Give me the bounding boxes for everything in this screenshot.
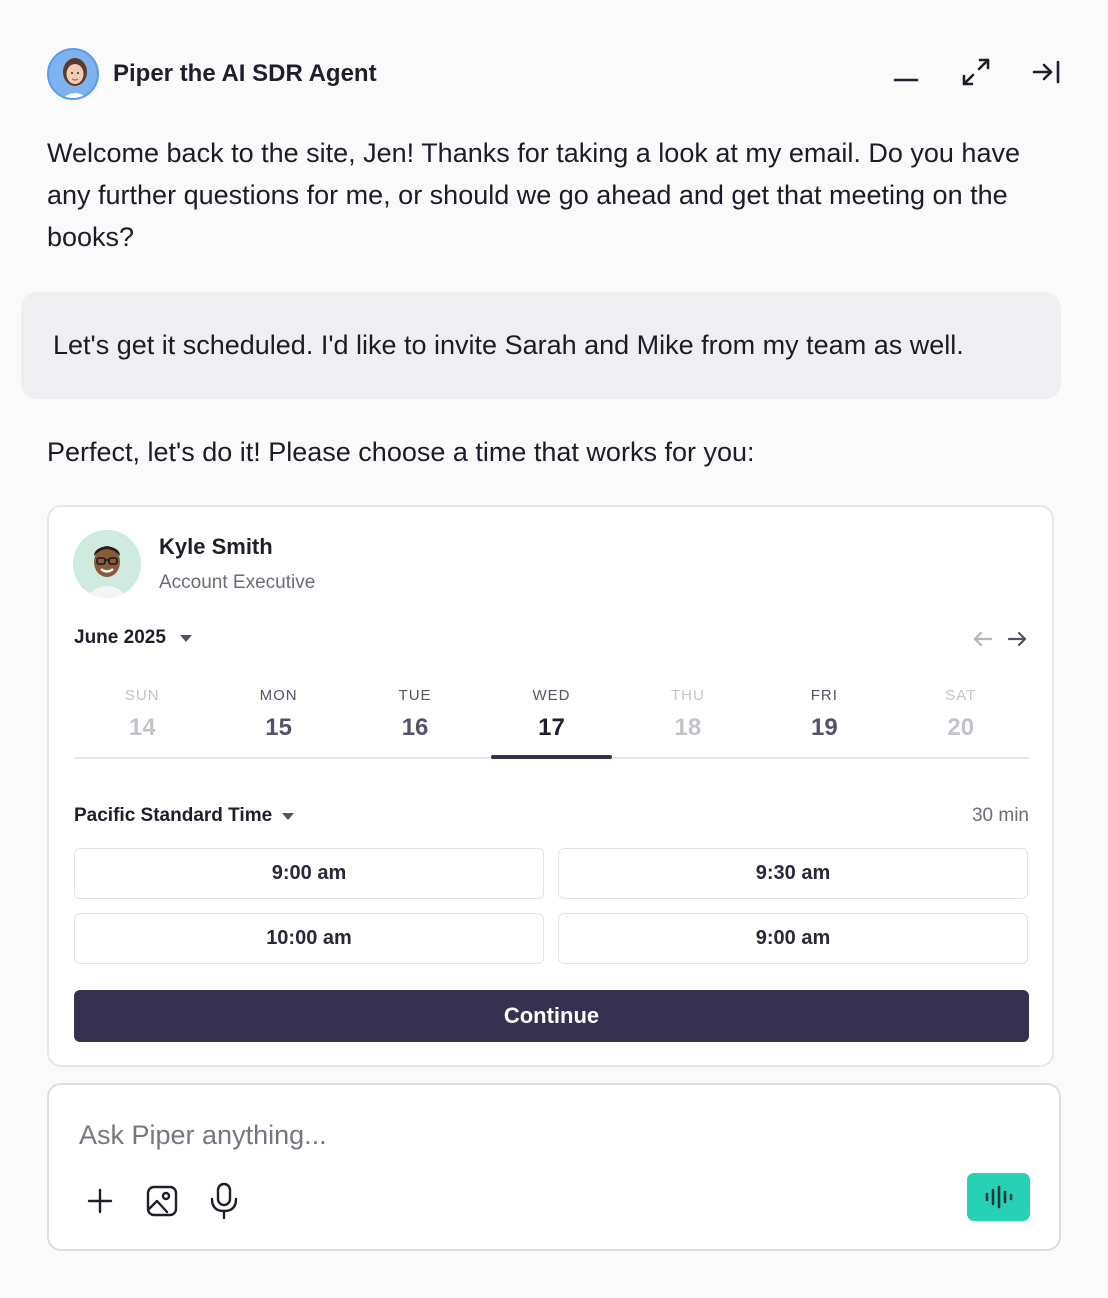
microphone-icon[interactable] <box>207 1182 241 1220</box>
chevron-down-icon <box>179 634 192 642</box>
timezone-label: Pacific Standard Time <box>74 805 273 826</box>
day-wed[interactable]: WED 17 <box>483 687 619 759</box>
day-number: 14 <box>128 714 156 741</box>
arrow-left-icon[interactable] <box>971 627 995 651</box>
voice-mode-button[interactable] <box>967 1173 1030 1221</box>
agent-message: Perfect, let's do it! Please choose a ti… <box>47 437 755 467</box>
agent-avatar <box>47 48 99 100</box>
time-slot-button[interactable]: 9:00 am <box>558 913 1028 964</box>
day-of-week: SUN <box>124 687 160 704</box>
month-row: June 2025 <box>74 627 1029 657</box>
user-message-bubble: Let's get it scheduled. I'd like to invi… <box>21 292 1061 399</box>
image-icon[interactable] <box>145 1182 179 1220</box>
minimize-icon[interactable] <box>890 56 922 88</box>
agent-message: Welcome back to the site, Jen! Thanks fo… <box>47 138 1020 252</box>
plus-icon[interactable] <box>83 1182 117 1220</box>
day-of-week: THU <box>670 687 705 704</box>
chevron-down-icon <box>282 812 295 820</box>
message-composer <box>47 1083 1061 1251</box>
day-tue[interactable]: TUE 16 <box>347 687 483 757</box>
chat-header: Piper the AI SDR Agent <box>47 46 1062 102</box>
waveform-icon <box>985 1185 1012 1209</box>
day-number: 18 <box>674 714 702 741</box>
rep-name: Kyle Smith <box>159 534 273 559</box>
agent-name: Piper the AI SDR Agent <box>113 60 377 87</box>
ask-input[interactable] <box>79 1115 979 1155</box>
meeting-duration: 30 min <box>971 805 1029 826</box>
day-number: 20 <box>947 714 975 741</box>
expand-icon[interactable] <box>960 56 992 88</box>
timezone-dropdown[interactable]: Pacific Standard Time <box>74 805 295 827</box>
day-of-week: MON <box>259 687 298 704</box>
month-label: June 2025 <box>74 627 166 648</box>
day-fri[interactable]: FRI 19 <box>756 687 892 757</box>
rep-title: Account Executive <box>159 572 316 593</box>
week-navigation <box>971 627 1029 651</box>
day-of-week: SAT <box>945 687 977 704</box>
rep-avatar <box>73 530 141 598</box>
day-of-week: TUE <box>398 687 432 704</box>
rep-info: Kyle Smith Account Executive <box>73 530 315 598</box>
day-number: 19 <box>810 714 838 741</box>
time-slot-button[interactable]: 9:00 am <box>74 848 544 899</box>
day-picker: SUN 14 MON 15 TUE 16 WED 17 THU 18 FRI 1… <box>74 687 1029 759</box>
day-of-week: WED <box>532 687 571 704</box>
composer-tools <box>83 1182 241 1220</box>
day-of-week: FRI <box>810 687 838 704</box>
day-sat: SAT 20 <box>893 687 1029 757</box>
time-slots: 9:00 am 9:30 am 10:00 am 9:00 am <box>74 848 1029 964</box>
day-mon[interactable]: MON 15 <box>210 687 346 757</box>
month-dropdown[interactable]: June 2025 <box>74 627 192 649</box>
timezone-row: Pacific Standard Time 30 min <box>74 805 1029 831</box>
arrow-right-icon[interactable] <box>1005 627 1029 651</box>
window-controls <box>890 56 1062 88</box>
day-number: 15 <box>265 714 292 741</box>
day-number: 16 <box>401 714 429 741</box>
day-number: 17 <box>538 714 565 741</box>
time-slot-button[interactable]: 10:00 am <box>74 913 544 964</box>
collapse-panel-icon[interactable] <box>1030 56 1062 88</box>
day-thu: THU 18 <box>620 687 756 757</box>
rep-text: Kyle Smith Account Executive <box>159 534 315 594</box>
scheduler-card: Kyle Smith Account Executive June 2025 S… <box>47 505 1054 1067</box>
day-sun: SUN 14 <box>74 687 210 757</box>
time-slot-button[interactable]: 9:30 am <box>558 848 1028 899</box>
continue-button[interactable]: Continue <box>74 990 1029 1042</box>
